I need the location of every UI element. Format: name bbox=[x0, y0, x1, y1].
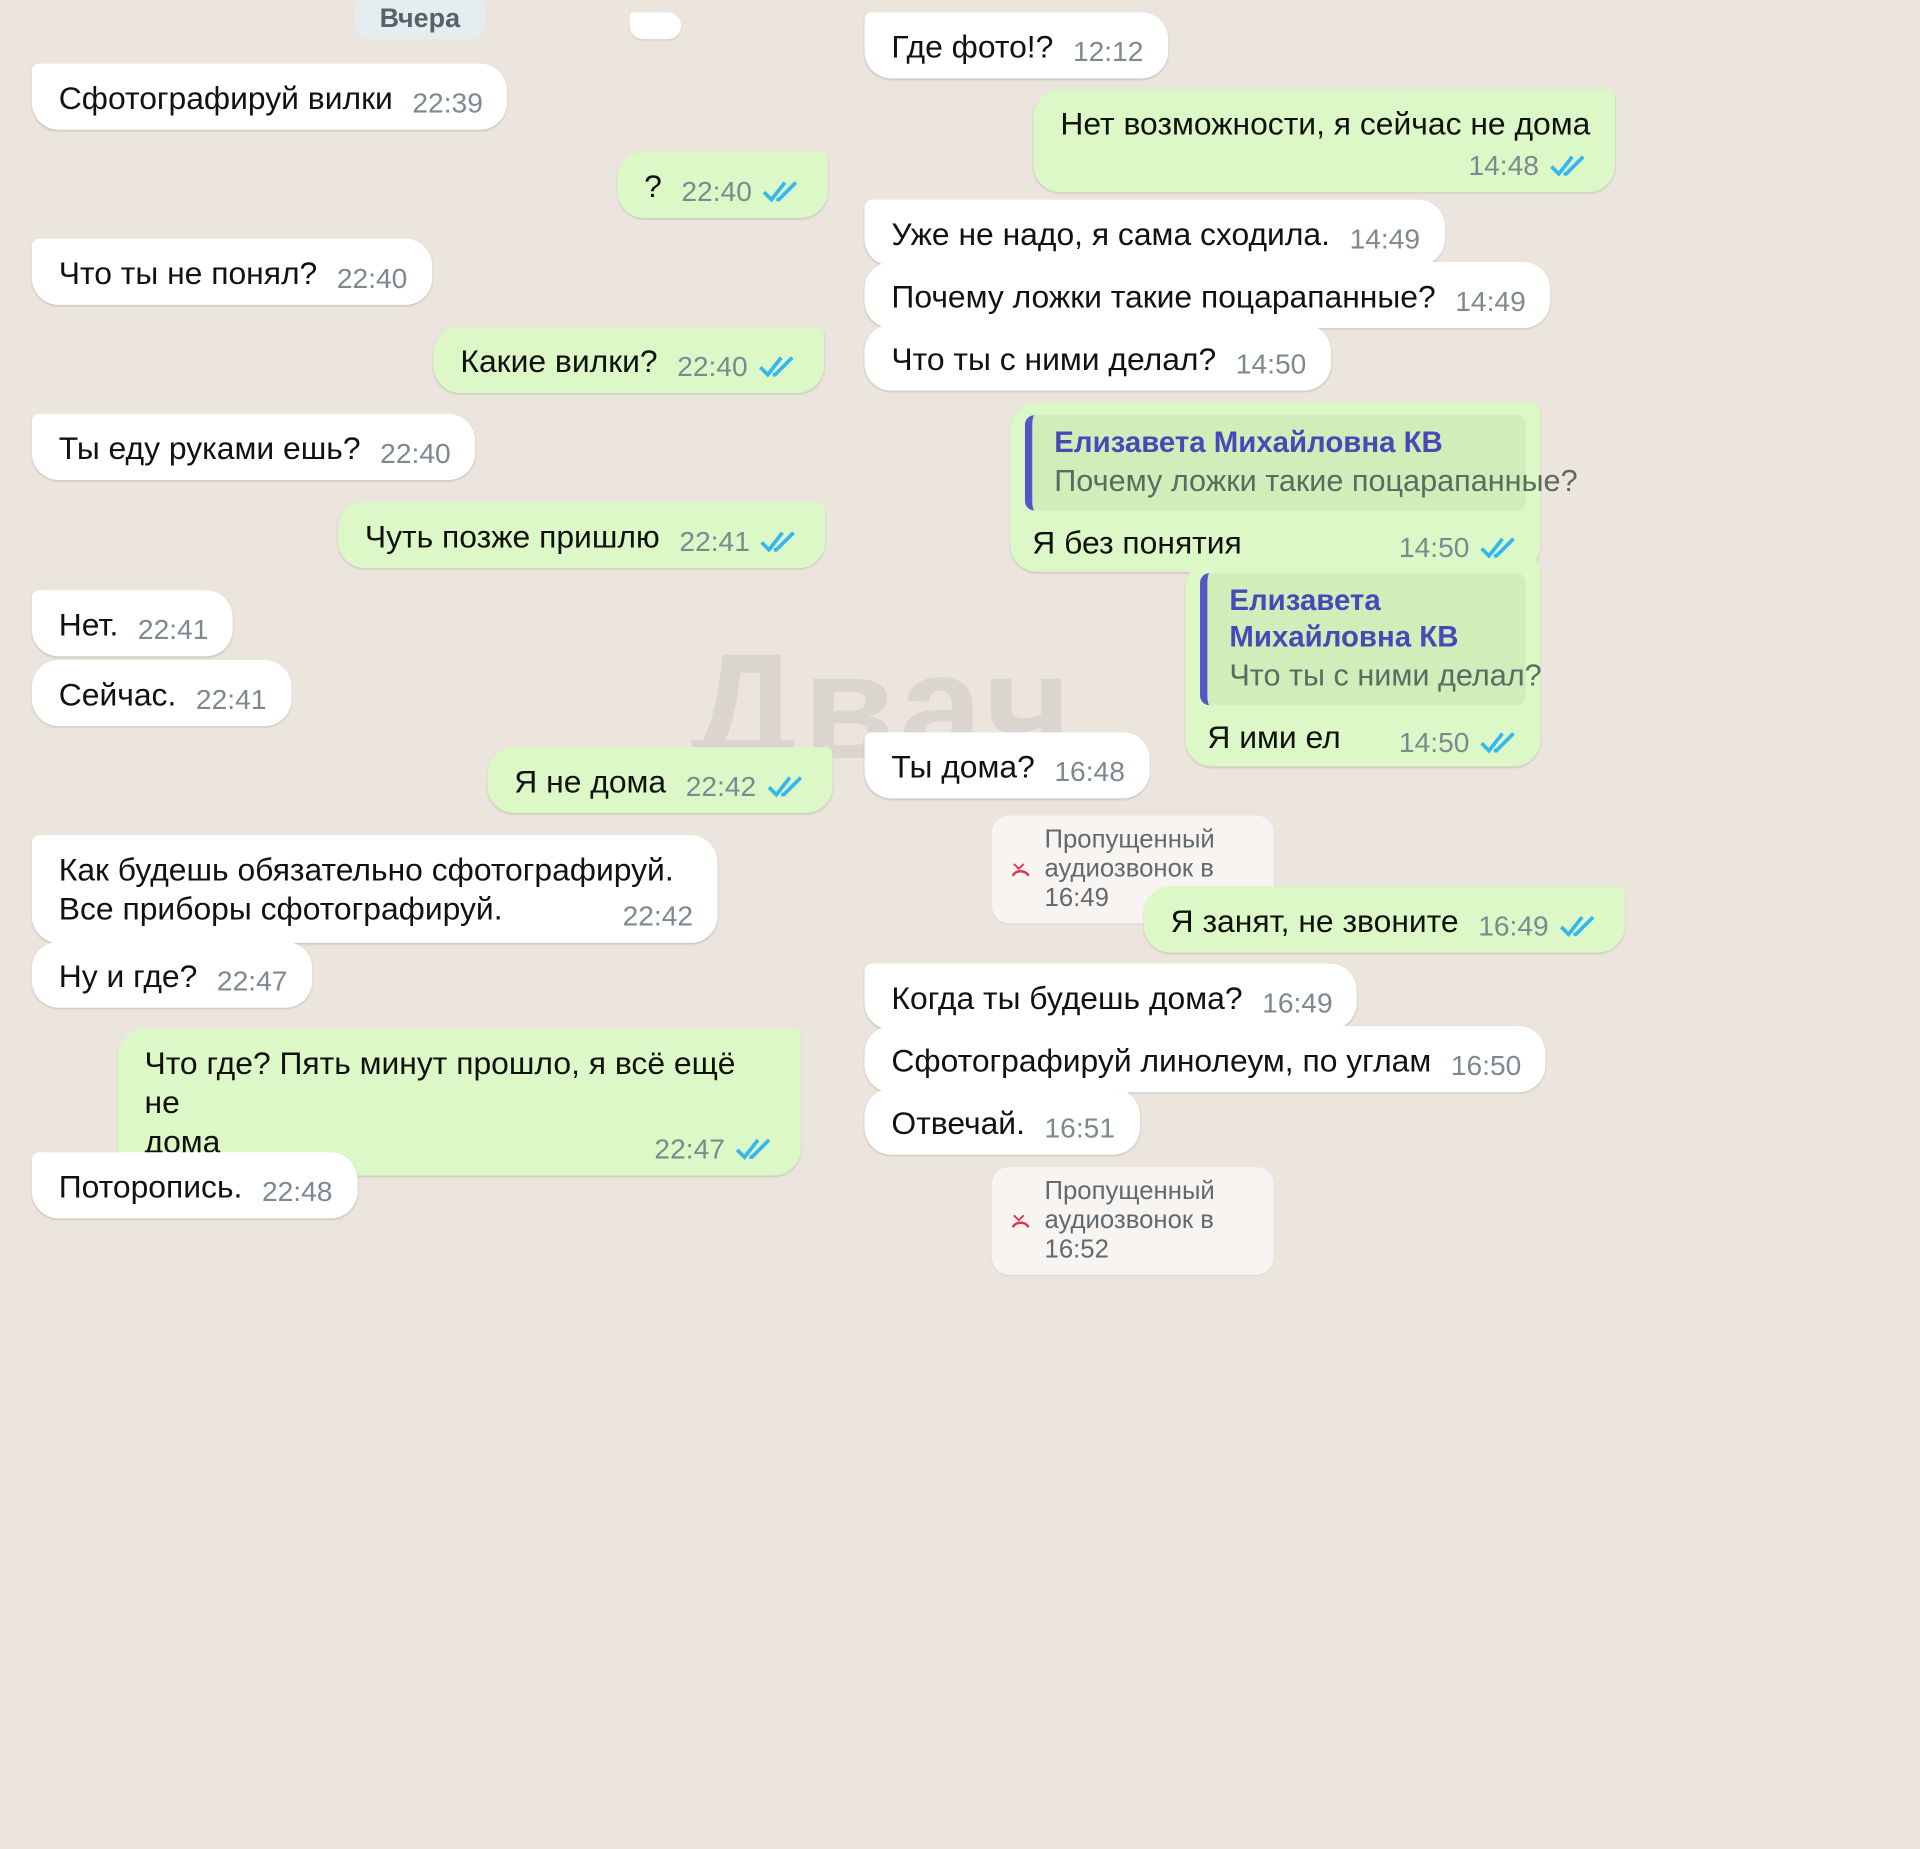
missed-call-text: Пропущенный аудиозвонок в 16:52 bbox=[1044, 1176, 1215, 1264]
message-time: 16:49 bbox=[1478, 909, 1549, 942]
message-text: Нет возможности, я сейчас не дома bbox=[1060, 105, 1591, 143]
quote-author: Елизавета Михайловна КВ bbox=[1054, 426, 1443, 460]
reply-message-bubble[interactable]: Елизавета Михайловна КВ Что ты с ними де… bbox=[1185, 560, 1542, 767]
message-time: 16:51 bbox=[1044, 1111, 1116, 1144]
message-bubble[interactable]: Отвечай. 16:51 bbox=[864, 1088, 1140, 1155]
missed-call-notice[interactable]: Пропущенный аудиозвонок в 16:52 bbox=[991, 1166, 1274, 1275]
message-text: Я занят, не звоните bbox=[1170, 902, 1459, 940]
message-text: Отвечай. bbox=[891, 1104, 1025, 1142]
read-receipt-icon bbox=[1559, 915, 1595, 938]
message-time: 14:48 bbox=[1468, 149, 1539, 182]
message-bubble[interactable]: Я занят, не звоните 16:49 bbox=[1143, 886, 1625, 953]
quote-author: Елизавета Михайловна КВ bbox=[1229, 584, 1459, 654]
message-time: 14:50 bbox=[1398, 726, 1470, 758]
message-text: Что ты с ними делал? bbox=[891, 340, 1217, 378]
message-text: Ты дома? bbox=[891, 748, 1035, 785]
message-bubble[interactable]: Когда ты будешь дома? 16:49 bbox=[864, 963, 1358, 1030]
missed-call-icon bbox=[1012, 863, 1030, 877]
quoted-message[interactable]: Елизавета Михайловна КВ Почему ложки так… bbox=[1024, 415, 1578, 511]
message-bubble[interactable]: Почему ложки такие поцарапанные? 14:49 bbox=[864, 262, 1551, 329]
message-time: 14:49 bbox=[1455, 285, 1526, 318]
quote-text: Почему ложки такие поцарапанные? bbox=[1054, 464, 1578, 499]
message-text: Я без понятия bbox=[1032, 524, 1242, 561]
message-text: Почему ложки такие поцарапанные? bbox=[891, 277, 1436, 315]
message-text: Уже не надо, я сама сходила. bbox=[891, 215, 1330, 253]
message-bubble[interactable]: Уже не надо, я сама сходила. 14:49 bbox=[864, 199, 1445, 266]
message-text: Сфотографируй линолеум, по углам bbox=[891, 1042, 1432, 1079]
message-time: 16:48 bbox=[1054, 755, 1125, 788]
read-receipt-icon bbox=[1549, 155, 1585, 177]
message-bubble[interactable]: Где фото!? 12:12 bbox=[864, 12, 1168, 79]
right-chat-column: Где фото!? 12:12 Нет возможности, я сейча… bbox=[0, 0, 1625, 1849]
message-text: Где фото!? bbox=[891, 28, 1054, 65]
message-bubble[interactable]: Что ты с ними делал? 14:50 bbox=[864, 324, 1331, 391]
message-text: Когда ты будешь дома? bbox=[891, 979, 1243, 1017]
quoted-message[interactable]: Елизавета Михайловна КВ Что ты с ними де… bbox=[1200, 573, 1542, 706]
message-text: Я ими ел bbox=[1207, 718, 1341, 756]
message-time: 14:49 bbox=[1349, 222, 1421, 255]
quote-text: Что ты с ними делал? bbox=[1229, 658, 1542, 694]
message-time: 12:12 bbox=[1072, 35, 1144, 68]
message-bubble[interactable]: Нет возможности, я сейчас не дома 14:48 bbox=[1033, 89, 1615, 193]
message-time: 16:49 bbox=[1262, 986, 1333, 1019]
message-bubble[interactable]: Сфотографируй линолеум, по углам 16:50 bbox=[864, 1026, 1546, 1093]
message-time: 16:50 bbox=[1450, 1049, 1522, 1082]
message-time: 14:50 bbox=[1235, 347, 1307, 380]
message-bubble[interactable]: Ты дома? 16:48 bbox=[864, 732, 1150, 799]
reply-message-bubble[interactable]: Елизавета Михайловна КВ Почему ложки так… bbox=[1010, 402, 1578, 572]
read-receipt-icon bbox=[1480, 537, 1515, 559]
missed-call-icon bbox=[1012, 1214, 1030, 1228]
read-receipt-icon bbox=[1480, 732, 1515, 754]
